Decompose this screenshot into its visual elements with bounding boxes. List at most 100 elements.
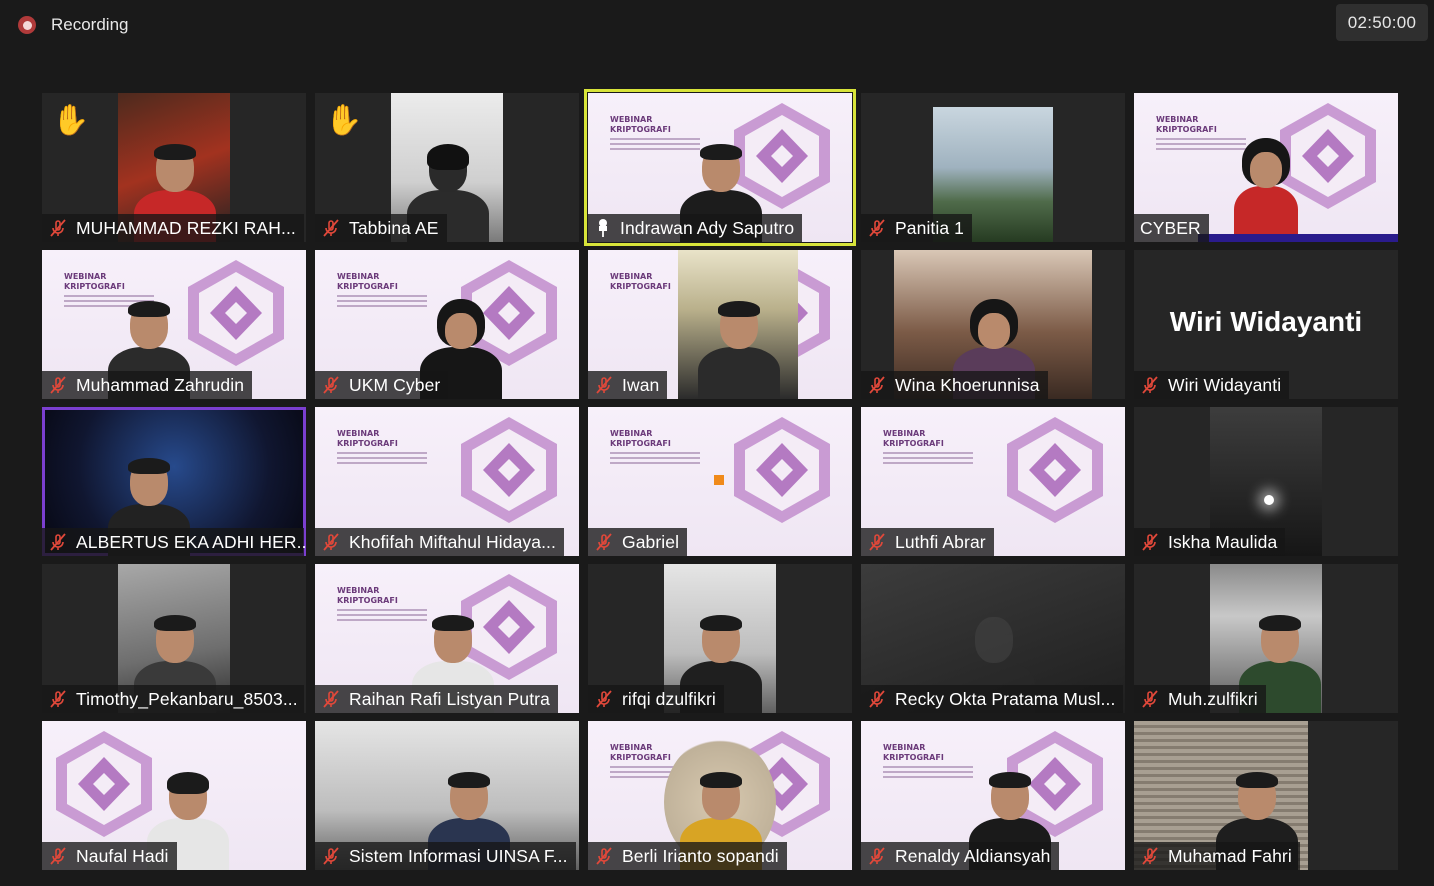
participant-label: Berli Irianto sopandi [588,842,787,870]
participant-label: Naufal Hadi [42,842,177,870]
top-bar: Recording 02:50:00 [0,0,1434,50]
mic-muted-icon [869,690,885,708]
mic-muted-icon [50,376,66,394]
participant-name: Luthfi Abrar [895,531,986,552]
mic-muted-icon [1142,690,1158,708]
participant-name: UKM Cyber [349,374,441,395]
participant-grid: ✋ MUHAMMAD REZKI RAH... ✋ Tabbina AE WEB… [42,89,1398,872]
participant-tile[interactable]: WEBINAR KRIPTOGRAFI Raihan Rafi Listyan … [315,564,579,713]
participant-name: Khofifah Miftahul Hidaya... [349,531,556,552]
participant-label: Recky Okta Pratama Musl... [861,685,1123,713]
participant-tile[interactable]: Iskha Maulida [1134,407,1398,556]
participant-label: Tabbina AE [315,214,447,242]
participant-tile[interactable]: WEBINAR KRIPTOGRAFI Iwan [588,250,852,399]
mic-muted-icon [323,376,339,394]
participant-label: rifqi dzulfikri [588,685,724,713]
poster-title: WEBINAR KRIPTOGRAFI [610,272,671,291]
participant-display-name: Wiri Widayanti [1169,306,1363,337]
participant-tile-active-speaker[interactable]: WEBINAR KRIPTOGRAFI Indrawan Ady Saputro [584,89,856,246]
poster-title: WEBINAR KRIPTOGRAFI [610,115,671,134]
participant-name: Muhammad Zahrudin [76,374,245,395]
cyber-logo-icon [56,731,152,837]
participant-tile[interactable]: WEBINAR KRIPTOGRAFI Berli Irianto sopand… [588,721,852,870]
recording-indicator[interactable]: Recording [18,14,129,36]
participant-label: Renaldy Aldiansyah [861,842,1059,870]
news-ticker [1198,234,1398,242]
raised-hand-icon: ✋ [52,104,90,137]
mic-muted-icon [323,847,339,865]
poster-title: WEBINAR KRIPTOGRAFI [610,743,671,762]
participant-label: Muhamad Fahri [1134,842,1300,870]
participant-label: Wiri Widayanti [1134,371,1290,399]
participant-tile[interactable]: Panitia 1 [861,93,1125,242]
participant-tile[interactable]: WEBINAR KRIPTOGRAFI Luthfi Abrar [861,407,1125,556]
participant-label: Panitia 1 [861,214,973,242]
participant-tile[interactable]: WEBINAR KRIPTOGRAFI Gabriel [588,407,852,556]
participant-label: Luthfi Abrar [861,528,994,556]
participant-tile[interactable]: Wina Khoerunnisa [861,250,1125,399]
participant-label: Wina Khoerunnisa [861,371,1048,399]
participant-name: Indrawan Ady Saputro [620,217,795,238]
poster-title: WEBINAR KRIPTOGRAFI [610,429,671,448]
participant-label: Gabriel [588,528,688,556]
participant-tile[interactable]: Sistem Informasi UINSA F... [315,721,579,870]
cyber-logo-icon [188,260,284,366]
mic-muted-icon [323,533,339,551]
mic-muted-icon [596,690,612,708]
participant-label: MUHAMMAD REZKI RAH... [42,214,304,242]
mic-muted-icon [869,219,885,237]
mic-muted-icon [596,847,612,865]
mic-muted-icon [869,533,885,551]
participant-tile[interactable]: ALBERTUS EKA ADHI HER... [42,407,306,556]
participant-tile[interactable]: WEBINAR KRIPTOGRAFI CYBER [1134,93,1398,242]
participant-tile[interactable]: rifqi dzulfikri [588,564,852,713]
participant-tile[interactable]: WEBINAR KRIPTOGRAFI UKM Cyber [315,250,579,399]
participant-label: Raihan Rafi Listyan Putra [315,685,558,713]
mic-muted-icon [1142,376,1158,394]
mic-muted-icon [1142,533,1158,551]
participant-tile[interactable]: ✋ MUHAMMAD REZKI RAH... [42,93,306,242]
participant-name: Iskha Maulida [1168,531,1278,552]
participant-tile[interactable]: WEBINAR KRIPTOGRAFI Renaldy Aldiansyah [861,721,1125,870]
meeting-timer: 02:50:00 [1336,4,1428,41]
mic-muted-icon [50,690,66,708]
participant-tile[interactable]: WEBINAR KRIPTOGRAFI Khofifah Miftahul Hi… [315,407,579,556]
mic-muted-icon [1142,847,1158,865]
participant-label: Sistem Informasi UINSA F... [315,842,576,870]
pointer-marker [714,475,724,485]
participant-tile[interactable]: ✋ Tabbina AE [315,93,579,242]
participant-name: Tabbina AE [349,217,439,238]
participant-tile[interactable]: Timothy_Pekanbaru_8503... [42,564,306,713]
mic-muted-icon [50,219,66,237]
participant-label: Iskha Maulida [1134,528,1286,556]
participant-label: Khofifah Miftahul Hidaya... [315,528,564,556]
participant-label: Timothy_Pekanbaru_8503... [42,685,304,713]
recording-label: Recording [51,15,129,34]
poster-title: WEBINAR KRIPTOGRAFI [337,586,398,605]
participant-label: Iwan [588,371,668,399]
participant-tile[interactable]: Muh.zulfikri [1134,564,1398,713]
raised-hand-icon: ✋ [325,104,363,137]
participant-label: Muhammad Zahrudin [42,371,253,399]
participant-tile[interactable]: Wiri Widayanti Wiri Widayanti [1134,250,1398,399]
mic-muted-icon [869,847,885,865]
participant-label: CYBER [1134,214,1209,242]
mic-muted-icon [596,533,612,551]
participant-tile[interactable]: Muhamad Fahri [1134,721,1398,870]
participant-name: CYBER [1140,217,1201,238]
participant-name: Recky Okta Pratama Musl... [895,688,1116,709]
poster-title: WEBINAR KRIPTOGRAFI [883,429,944,448]
participant-tile[interactable]: Recky Okta Pratama Musl... [861,564,1125,713]
participant-tile[interactable]: Naufal Hadi [42,721,306,870]
participant-tile[interactable]: WEBINAR KRIPTOGRAFI Muhammad Zahrudin [42,250,306,399]
participant-name: Muh.zulfikri [1168,688,1258,709]
participant-name: Panitia 1 [895,217,965,238]
mic-muted-icon [50,533,66,551]
participant-name: ALBERTUS EKA ADHI HER... [76,531,306,552]
pin-icon [599,219,607,237]
participant-name: Berli Irianto sopandi [622,845,779,866]
participant-name: Wiri Widayanti [1168,374,1282,395]
participant-name: rifqi dzulfikri [622,688,716,709]
poster-title: WEBINAR KRIPTOGRAFI [64,272,125,291]
mic-muted-icon [323,690,339,708]
